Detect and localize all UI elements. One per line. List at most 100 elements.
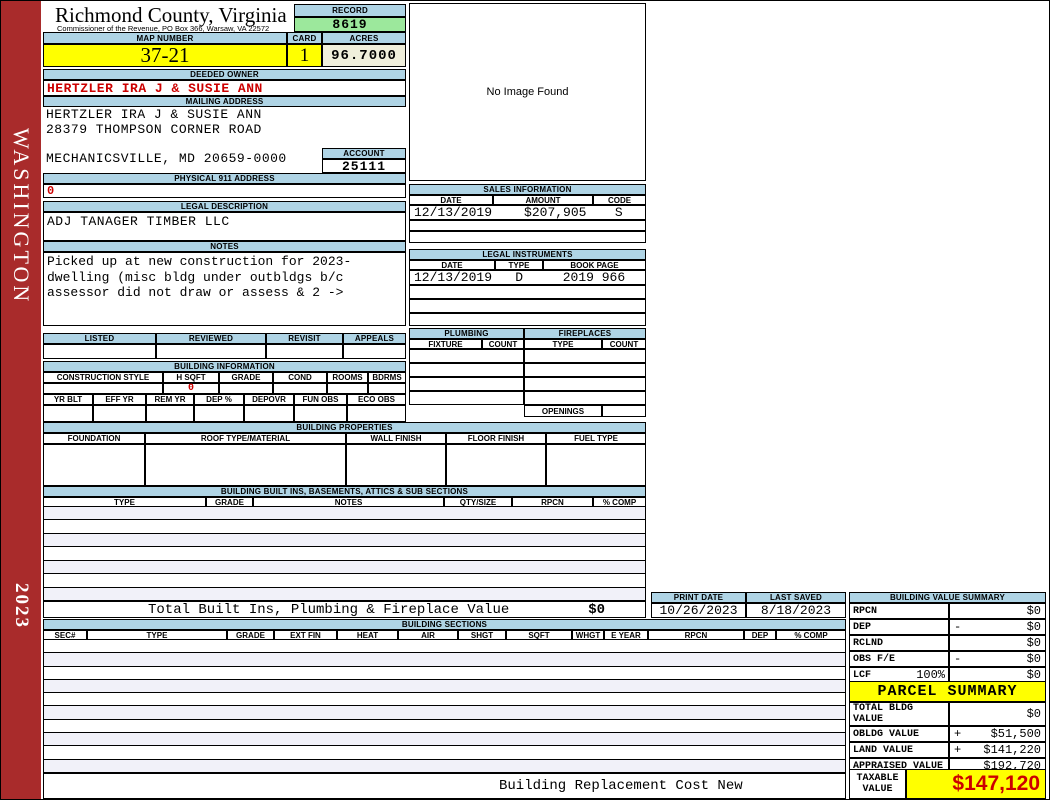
sale-date: 12/13/2019 (414, 205, 493, 220)
table-row (44, 733, 845, 747)
account-header: ACCOUNT (322, 148, 406, 159)
property-record-card: WASHINGTON 2023 Richmond County, Virgini… (0, 0, 1050, 800)
table-row (44, 587, 645, 601)
fireplaces-cell (524, 349, 646, 363)
obldg-value: $51,500 (990, 727, 1041, 741)
building-value-summary-rows: RPCN $0 DEP - $0 RCLND $0 OBS F/E - $0 LCF… (849, 603, 1046, 683)
col-date: DATE (409, 195, 493, 205)
built-ins-header: BUILDING BUILT INS, BASEMENTS, ATTICS & … (43, 486, 646, 497)
col-e-year: E YEAR (604, 630, 648, 640)
col-date: DATE (409, 260, 495, 270)
sale-amount: $207,905 (524, 205, 587, 220)
card-value[interactable]: 1 (287, 44, 322, 67)
col-construction-style: CONSTRUCTION STYLE (43, 372, 163, 383)
table-row (44, 706, 845, 720)
building-sections-empty-rows (43, 640, 846, 773)
dep-value: $0 (1026, 620, 1041, 634)
reviewed-cell (156, 344, 266, 359)
fireplaces-cell (524, 391, 646, 405)
col-qty-size: QTY/SIZE (444, 497, 512, 507)
col-sqft: SQFT (506, 630, 572, 640)
building-replacement-cost-label: Building Replacement Cost New (499, 778, 743, 794)
print-date-value: 10/26/2023 (651, 603, 746, 618)
table-row (44, 653, 845, 667)
built-ins-empty-rows (43, 507, 646, 601)
col-wall-finish: WALL FINISH (346, 433, 446, 444)
col-dep-pct: DEP % (194, 394, 244, 405)
plumbing-cell (409, 391, 524, 405)
mailing-line: MECHANICSVILLE, MD 20659-0000 (46, 151, 287, 166)
notes-box: Picked up at new construction for 2023- … (43, 252, 406, 326)
obldg-value-cell: + $51,500 (949, 726, 1046, 742)
col-h-sqft: H SQFT (163, 372, 219, 383)
col-yr-blt: YR BLT (43, 394, 93, 405)
legal-instruments-columns: DATE TYPE BOOK PAGE (409, 260, 646, 270)
col-rooms: ROOMS (327, 372, 368, 383)
built-ins-total-value: $0 (588, 601, 605, 618)
sales-empty-row (409, 231, 646, 243)
plumbing-cell (409, 377, 524, 391)
acres-value: 96.7000 (322, 44, 406, 67)
col-revisit: REVISIT (266, 333, 343, 344)
table-row (44, 679, 845, 694)
floor-finish-cell (446, 444, 546, 486)
record-value[interactable]: 8619 (294, 17, 406, 32)
openings-value-cell (602, 405, 646, 417)
sidebar-state-label: WASHINGTON (9, 128, 34, 305)
taxable-value-row: TAXABLE VALUE $147,120 (849, 769, 1046, 799)
col-book-page: BOOK PAGE (543, 260, 646, 270)
building-properties-header: BUILDING PROPERTIES (43, 422, 646, 433)
taxable-label-line: VALUE (862, 784, 893, 795)
legal-instruments-empty-row (409, 299, 646, 313)
appeals-cell (343, 344, 406, 359)
revisit-cell (266, 344, 343, 359)
col-listed: LISTED (43, 333, 156, 344)
mailing-line: 28379 THOMPSON CORNER ROAD (46, 122, 262, 137)
acres-header: ACRES (322, 32, 406, 44)
col-appeals: APPEALS (343, 333, 406, 344)
physical-address-header: PHYSICAL 911 ADDRESS (43, 173, 406, 184)
deeded-owner-value: HERTZLER IRA J & SUSIE ANN (43, 80, 406, 96)
taxable-value: $147,120 (906, 769, 1046, 799)
page-subtitle: Commissioner of the Revenue, PO Box 366,… (57, 24, 270, 33)
plumbing-fireplaces-row (409, 377, 646, 391)
building-information-values-2 (43, 405, 406, 422)
built-ins-columns: TYPE GRADE NOTES QTY/SIZE RPCN % COMP (43, 497, 646, 507)
card-header: CARD (287, 32, 322, 44)
col-ext-fin: EXT FIN (274, 630, 337, 640)
sales-empty-row (409, 220, 646, 231)
sales-columns: DATE AMOUNT CODE (409, 195, 646, 205)
col-grade: GRADE (206, 497, 253, 507)
building-properties-columns: FOUNDATION ROOF TYPE/MATERIAL WALL FINIS… (43, 433, 646, 444)
col-dep: DEP (744, 630, 776, 640)
parcel-summary-rows: TOTAL BLDG VALUE $0 OBLDG VALUE + $51,500… (849, 702, 1046, 790)
notes-line: Picked up at new construction for 2023- (47, 254, 352, 269)
mailing-line: HERTZLER IRA J & SUSIE ANN (46, 107, 262, 122)
dep-pct-cell (194, 405, 244, 422)
plus-op: + (954, 743, 962, 757)
building-information-values-1: 0 (43, 383, 406, 394)
eco-obs-cell (347, 405, 406, 422)
taxable-value-label: TAXABLE VALUE (849, 769, 906, 799)
table-row (44, 720, 845, 734)
obldg-label: OBLDG VALUE (849, 726, 949, 742)
map-number-value[interactable]: 37-21 (43, 43, 287, 67)
col-type: TYPE (495, 260, 543, 270)
building-sections-footer-row: Building Replacement Cost New (43, 773, 846, 799)
grade-cell (219, 383, 273, 394)
building-value-summary-header: BUILDING VALUE SUMMARY (849, 592, 1046, 603)
legal-instruments-header: LEGAL INSTRUMENTS (409, 249, 646, 260)
table-row (44, 574, 645, 588)
col-air: AIR (398, 630, 458, 640)
sales-information-header: SALES INFORMATION (409, 184, 646, 195)
instrument-date: 12/13/2019 (414, 270, 493, 285)
dep-label: DEP (849, 619, 949, 635)
rem-yr-cell (146, 405, 194, 422)
plus-op: + (954, 727, 962, 741)
parcel-summary-header: PARCEL SUMMARY (849, 681, 1046, 702)
col-heat: HEAT (337, 630, 398, 640)
dep-row: DEP - $0 (849, 619, 1046, 635)
instrument-type: D (515, 270, 523, 285)
lcf-value: $0 (1026, 668, 1041, 682)
col-fun-obs: FUN OBS (294, 394, 347, 405)
